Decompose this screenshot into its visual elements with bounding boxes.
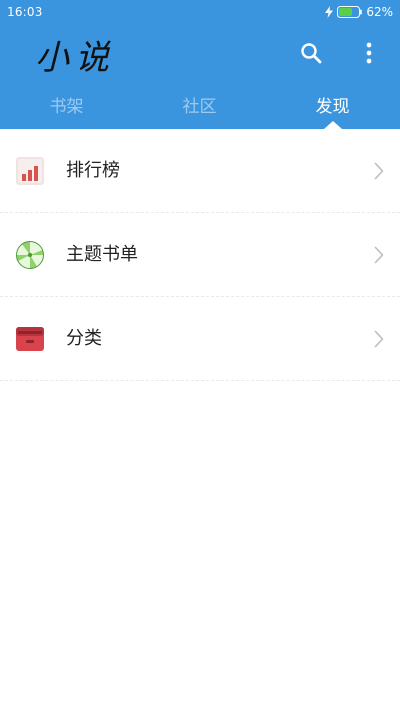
category-box-icon <box>16 325 44 353</box>
list-item-theme-booklist[interactable]: 主题书单 <box>0 213 400 297</box>
status-right-group: 62% <box>325 5 393 19</box>
discover-list: 排行榜 主题书单 分类 <box>0 129 400 381</box>
battery-percent: 62% <box>366 5 393 19</box>
battery-icon <box>337 6 363 18</box>
charging-bolt-icon <box>325 6 334 18</box>
app-title: 小说 <box>35 38 115 78</box>
chevron-right-icon <box>374 162 384 180</box>
status-time: 16:03 <box>7 5 43 19</box>
swirl-candy-icon <box>16 240 44 269</box>
status-bar: 16:03 62% <box>0 0 400 24</box>
ranking-chart-icon <box>16 156 44 185</box>
chevron-right-icon <box>374 330 384 348</box>
active-tab-indicator <box>324 121 342 129</box>
list-item-label: 主题书单 <box>66 243 138 265</box>
chevron-right-icon <box>374 246 384 264</box>
more-vertical-icon <box>366 42 372 68</box>
list-item-label: 排行榜 <box>66 159 120 181</box>
more-options-button[interactable] <box>356 40 382 70</box>
list-item-ranking[interactable]: 排行榜 <box>0 129 400 213</box>
tab-community[interactable]: 社区 <box>133 95 266 119</box>
tab-bookshelf[interactable]: 书架 <box>0 95 133 119</box>
search-icon <box>300 42 322 68</box>
app-header: 16:03 62% 小说 书架 社区 发现 <box>0 0 400 129</box>
search-button[interactable] <box>296 40 326 70</box>
list-item-label: 分类 <box>66 327 102 349</box>
tab-discover[interactable]: 发现 <box>266 95 399 119</box>
list-item-category[interactable]: 分类 <box>0 297 400 381</box>
